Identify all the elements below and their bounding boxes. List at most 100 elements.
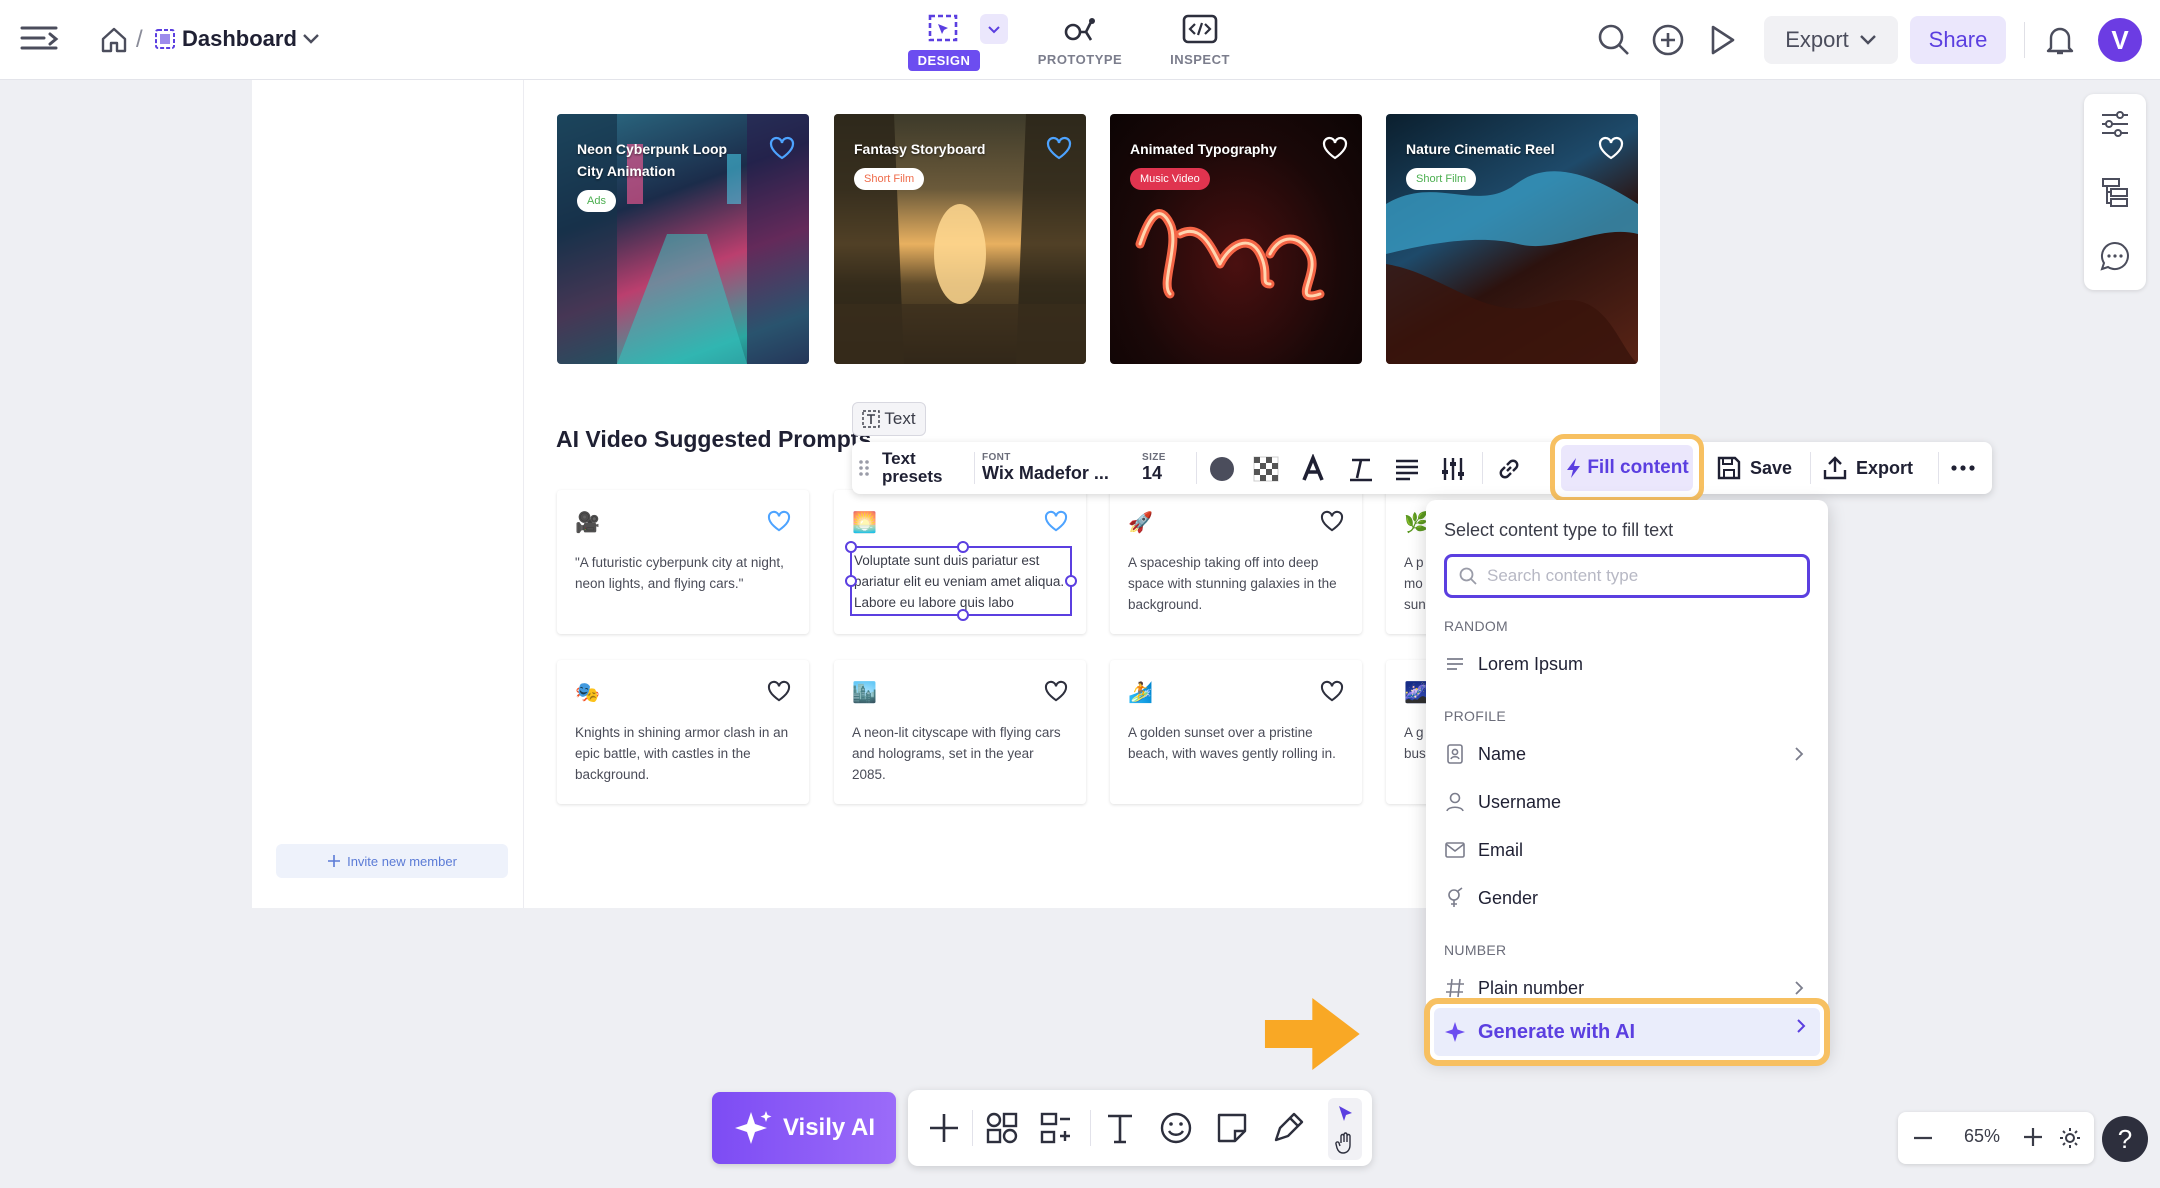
heart-icon[interactable] bbox=[1322, 136, 1348, 160]
zoom-in-icon[interactable] bbox=[2022, 1126, 2044, 1148]
user-icon bbox=[1446, 792, 1464, 812]
sticky-note-icon[interactable] bbox=[1214, 1110, 1250, 1146]
divider bbox=[974, 452, 975, 484]
templates-icon[interactable] bbox=[1038, 1110, 1074, 1146]
fill-content-button[interactable]: Fill content bbox=[1550, 434, 1704, 502]
save-label: Save bbox=[1750, 457, 1793, 478]
video-card-tag: Short Film bbox=[854, 168, 925, 190]
tab-prototype[interactable]: PROTOTYPE bbox=[1030, 8, 1130, 72]
bell-icon[interactable] bbox=[2042, 22, 2078, 58]
home-icon[interactable] bbox=[100, 26, 128, 54]
prompt-card[interactable]: 🎭 Knights in shining armor clash in an e… bbox=[557, 660, 809, 804]
pen-tool-icon[interactable] bbox=[1270, 1110, 1306, 1146]
option-email[interactable]: Email bbox=[1426, 828, 1828, 872]
add-circle-icon[interactable] bbox=[1650, 22, 1686, 58]
save-button[interactable]: Save bbox=[1716, 442, 1792, 494]
heart-icon[interactable] bbox=[767, 510, 791, 532]
export-button[interactable]: Export bbox=[1764, 16, 1898, 64]
heart-icon[interactable] bbox=[1320, 680, 1344, 702]
chevron-down-icon bbox=[988, 26, 1000, 34]
heart-icon[interactable] bbox=[1046, 136, 1072, 160]
lightning-icon bbox=[1567, 458, 1581, 478]
zoom-out-icon[interactable] bbox=[1912, 1130, 1934, 1146]
element-type-chip: Text bbox=[852, 402, 926, 436]
help-button[interactable]: ? bbox=[2102, 1116, 2148, 1162]
align-icon[interactable] bbox=[1392, 454, 1422, 484]
tab-inspect[interactable]: INSPECT bbox=[1160, 8, 1240, 72]
resize-handle[interactable] bbox=[957, 609, 969, 621]
opacity-icon[interactable] bbox=[1252, 455, 1280, 483]
resize-handle[interactable] bbox=[1065, 575, 1077, 587]
selected-text-element[interactable]: Voluptate sunt duis pariatur est pariatu… bbox=[845, 541, 1077, 621]
video-card[interactable]: Neon Cyberpunk Loop City Animation Ads bbox=[557, 114, 809, 364]
prompt-card[interactable]: 🏙️ A neon-lit cityscape with flying cars… bbox=[834, 660, 1086, 804]
tab-design[interactable]: DESIGN bbox=[908, 8, 980, 72]
emoji-icon[interactable] bbox=[1158, 1110, 1194, 1146]
design-frame-icon bbox=[928, 14, 958, 42]
export-button[interactable]: Export bbox=[1822, 442, 1913, 494]
option-label: Generate with AI bbox=[1478, 1020, 1636, 1043]
text-settings-icon[interactable] bbox=[1438, 454, 1468, 484]
heart-icon[interactable] bbox=[769, 136, 795, 160]
play-icon[interactable] bbox=[1704, 22, 1740, 58]
heart-icon[interactable] bbox=[1044, 510, 1068, 532]
search-field[interactable] bbox=[1444, 554, 1810, 598]
prompt-text: "A futuristic cyberpunk city at night, n… bbox=[575, 555, 784, 591]
video-card[interactable]: Nature Cinematic Reel Short Film bbox=[1386, 114, 1638, 364]
fill-content-dropdown: Select content type to fill text RANDOM … bbox=[1426, 500, 1828, 1060]
resize-handle[interactable] bbox=[957, 541, 969, 553]
option-lorem-ipsum[interactable]: Lorem Ipsum bbox=[1426, 642, 1828, 686]
layers-icon[interactable] bbox=[2099, 176, 2131, 208]
add-icon[interactable] bbox=[926, 1110, 962, 1146]
heart-icon[interactable] bbox=[1044, 680, 1068, 702]
heart-icon[interactable] bbox=[1598, 136, 1624, 160]
option-label: Username bbox=[1478, 791, 1562, 812]
option-name[interactable]: Name bbox=[1426, 732, 1828, 776]
comment-icon[interactable] bbox=[2099, 240, 2131, 272]
font-weight-icon[interactable] bbox=[1298, 454, 1328, 484]
color-swatch-icon[interactable] bbox=[1208, 455, 1236, 483]
components-icon[interactable] bbox=[984, 1110, 1020, 1146]
theater-emoji-icon: 🎭 bbox=[575, 682, 600, 704]
text-presets-dropdown[interactable]: Text presets bbox=[882, 442, 972, 494]
settings-sliders-icon[interactable] bbox=[2099, 108, 2131, 140]
breadcrumb-separator: / bbox=[136, 26, 143, 53]
prompt-card[interactable]: 🎥 "A futuristic cyberpunk city at night,… bbox=[557, 490, 809, 634]
search-input[interactable] bbox=[1487, 566, 1787, 586]
visily-ai-button[interactable]: Visily AI bbox=[712, 1092, 896, 1164]
search-icon[interactable] bbox=[1596, 22, 1632, 58]
video-card[interactable]: Fantasy Storyboard Short Film bbox=[834, 114, 1086, 364]
selected-text[interactable]: Voluptate sunt duis pariatur est pariatu… bbox=[854, 550, 1070, 613]
share-button[interactable]: Share bbox=[1910, 16, 2006, 64]
font-dropdown[interactable]: FONT Wix Madefor ... bbox=[982, 442, 1130, 494]
avatar[interactable]: V bbox=[2098, 18, 2142, 62]
more-options-icon[interactable] bbox=[1950, 462, 1976, 474]
text-style-icon[interactable] bbox=[1346, 454, 1376, 484]
menu-icon[interactable] bbox=[20, 22, 60, 58]
prompt-card[interactable]: 🚀 A spaceship taking off into deep space… bbox=[1110, 490, 1362, 634]
cursor-icon[interactable] bbox=[1335, 1104, 1355, 1124]
option-username[interactable]: Username bbox=[1426, 780, 1828, 824]
link-icon[interactable] bbox=[1494, 454, 1524, 484]
heart-icon[interactable] bbox=[1320, 510, 1344, 532]
text-tool-icon[interactable] bbox=[1102, 1110, 1138, 1146]
prompt-card[interactable]: 🏄 A golden sunset over a pristine beach,… bbox=[1110, 660, 1362, 804]
gender-icon bbox=[1448, 887, 1463, 907]
chevron-down-icon[interactable] bbox=[302, 32, 320, 46]
font-value: Wix Madefor ... bbox=[982, 463, 1109, 483]
hand-icon[interactable] bbox=[1335, 1132, 1355, 1154]
gear-icon[interactable] bbox=[2058, 1126, 2082, 1150]
invite-member-button[interactable]: Invite new member bbox=[276, 844, 508, 878]
heart-icon[interactable] bbox=[767, 680, 791, 702]
design-mode-dropdown[interactable] bbox=[980, 14, 1008, 44]
divider bbox=[1482, 452, 1483, 484]
generate-with-ai-option[interactable]: Generate with AI bbox=[1424, 998, 1830, 1066]
drag-handle-icon[interactable] bbox=[858, 458, 870, 478]
zoom-level[interactable]: 65% bbox=[1952, 1126, 2012, 1147]
page-title[interactable]: Dashboard bbox=[182, 26, 297, 52]
resize-handle[interactable] bbox=[845, 541, 857, 553]
option-gender[interactable]: Gender bbox=[1426, 876, 1828, 920]
video-card[interactable]: Animated Typography Music Video bbox=[1110, 114, 1362, 364]
resize-handle[interactable] bbox=[845, 575, 857, 587]
size-dropdown[interactable]: SIZE 14 bbox=[1142, 442, 1192, 494]
